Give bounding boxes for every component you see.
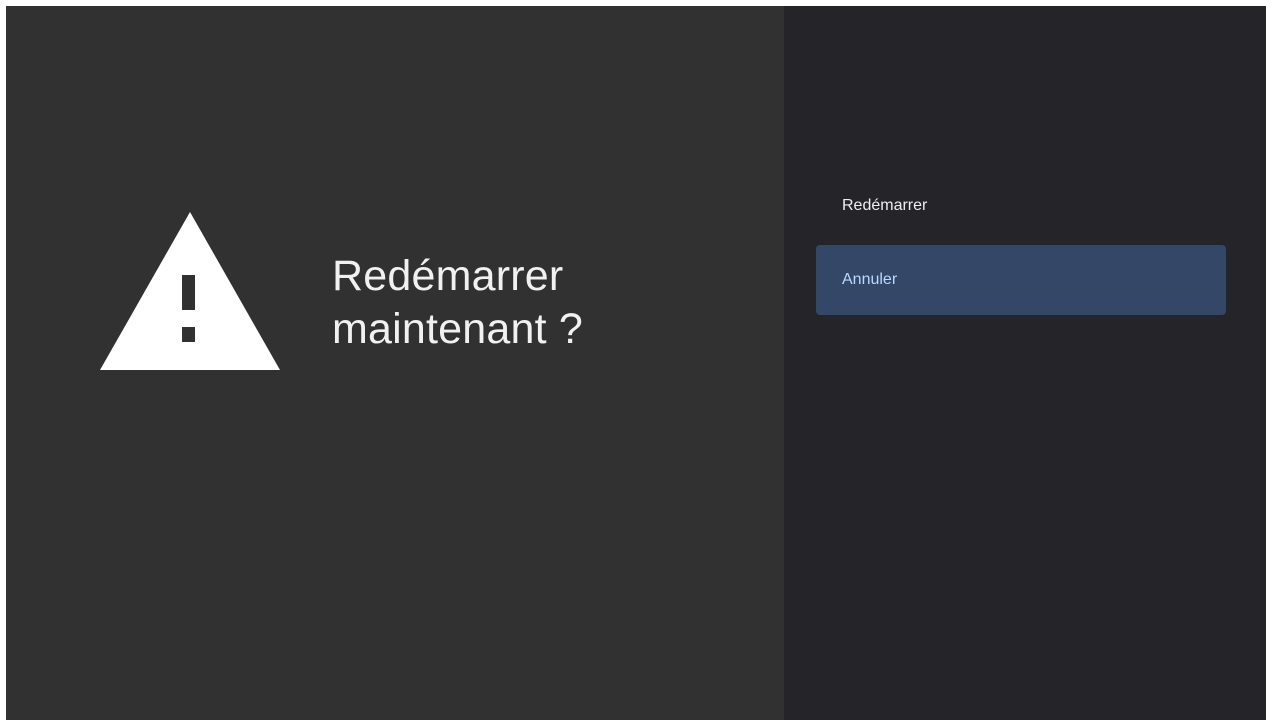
restart-button[interactable]: Redémarrer <box>816 180 1226 230</box>
action-pane <box>784 6 1266 720</box>
dialog-title: Redémarrer maintenant ? <box>332 252 584 353</box>
action-list: Redémarrer Annuler <box>816 180 1226 315</box>
warning-icon <box>100 212 280 370</box>
restart-dialog-screen: Redémarrer maintenant ? <box>6 6 1266 720</box>
dialog-content-pane: Redémarrer maintenant ? <box>6 6 784 720</box>
cancel-button[interactable]: Annuler <box>816 245 1226 315</box>
